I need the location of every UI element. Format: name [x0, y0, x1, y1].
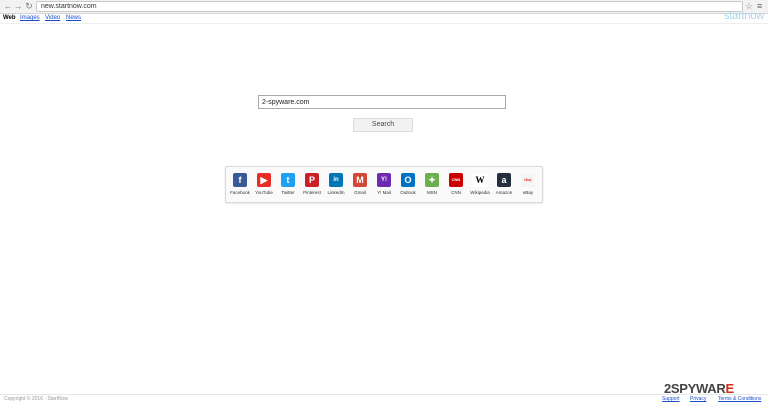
shortcut-outlook[interactable]: O Outlook [396, 173, 420, 201]
shortcut-cnn[interactable]: CNN CNN [444, 173, 468, 201]
youtube-icon: ▶ [257, 173, 271, 187]
shortcut-amazon[interactable]: a Amazon [492, 173, 516, 201]
back-arrow-icon[interactable]: ← [3, 1, 13, 11]
browser-toolbar: ← → ↻ new.startnow.com ☆ ≡ [0, 0, 768, 14]
watermark-text-main: 2SPYWAR [664, 381, 726, 396]
footer-link-terms[interactable]: Terms & Conditions [718, 396, 761, 402]
footer-link-support[interactable]: Support [662, 396, 680, 402]
forward-arrow-icon[interactable]: → [13, 1, 23, 11]
reload-icon[interactable]: ↻ [24, 1, 34, 11]
shortcuts-panel: f Facebook ▶ YouTube t Twitter P Pinterest in Lin… [225, 166, 543, 203]
copyright-text: Copyright © 2016 - StartNow [4, 396, 68, 402]
tab-web[interactable]: Web [3, 14, 16, 23]
wikipedia-icon: W [473, 173, 487, 187]
msn-icon: ✦ [425, 173, 439, 187]
yahoo-mail-icon: Y! [377, 173, 391, 187]
watermark-logo: 2SPYWARE [664, 381, 734, 396]
twitter-icon: t [281, 173, 295, 187]
startnow-logo: startnow [724, 10, 764, 22]
amazon-icon: a [497, 173, 511, 187]
gmail-icon: M [353, 173, 367, 187]
linkedin-icon: in [329, 173, 343, 187]
shortcut-facebook[interactable]: f Facebook [228, 173, 252, 201]
search-type-nav: Web Images Video News [0, 14, 768, 24]
shortcut-pinterest[interactable]: P Pinterest [300, 173, 324, 201]
shortcut-gmail[interactable]: M Gmail [348, 173, 372, 201]
shortcut-wikipedia[interactable]: W Wikipedia [468, 173, 492, 201]
shortcut-y-mail[interactable]: Y! Y! Mail [372, 173, 396, 201]
search-button[interactable]: Search [353, 118, 413, 132]
ebay-icon: ebay [521, 173, 535, 187]
shortcut-ebay[interactable]: ebay eBay [516, 173, 540, 201]
tab-video[interactable]: Video [45, 14, 60, 23]
shortcut-linkedin[interactable]: in LinkedIn [324, 173, 348, 201]
pinterest-icon: P [305, 173, 319, 187]
facebook-icon: f [233, 173, 247, 187]
shortcut-label: eBay [522, 190, 534, 195]
address-bar[interactable]: new.startnow.com [36, 1, 743, 12]
tab-images[interactable]: Images [20, 14, 40, 23]
shortcut-msn[interactable]: ✦ MSN [420, 173, 444, 201]
address-bar-url: new.startnow.com [41, 3, 97, 10]
search-input[interactable]: 2-spyware.com [258, 95, 506, 109]
outlook-icon: O [401, 173, 415, 187]
shortcut-twitter[interactable]: t Twitter [276, 173, 300, 201]
cnn-icon: CNN [449, 173, 463, 187]
watermark-text-accent: E [725, 381, 734, 396]
tab-news[interactable]: News [66, 14, 81, 23]
footer-link-privacy[interactable]: Privacy [690, 396, 706, 402]
shortcut-youtube[interactable]: ▶ YouTube [252, 173, 276, 201]
